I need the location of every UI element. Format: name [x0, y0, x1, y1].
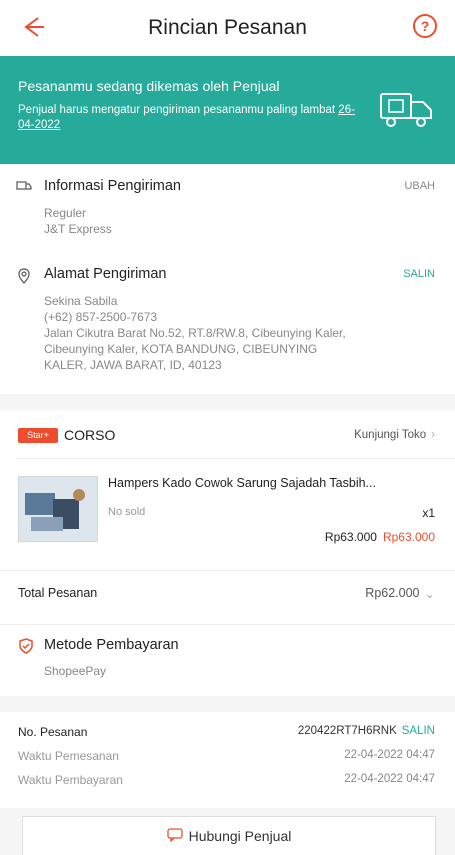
- address-title: Alamat Pengiriman: [44, 266, 167, 282]
- product-variant: No sold: [108, 506, 146, 518]
- star-plus-badge: Star+: [18, 428, 58, 443]
- chevron-right-icon: ›: [431, 429, 435, 441]
- order-number-label: No. Pesanan: [18, 725, 88, 739]
- product-price-old: Rp63.000: [382, 530, 435, 544]
- recipient-name: Sekina Sabila: [44, 294, 118, 308]
- total-value: Rp62.000: [365, 586, 420, 600]
- product-thumbnail[interactable]: [18, 476, 98, 542]
- payment-divider: [0, 624, 455, 625]
- shipping-service: Reguler: [44, 206, 87, 220]
- product-name[interactable]: Hampers Kado Cowok Sarung Sajadah Tasbih…: [108, 476, 438, 490]
- order-number-value: 220422RT7H6RNK: [297, 725, 397, 737]
- payment-section: Metode Pembayaran ShopeePay: [0, 624, 455, 696]
- shop-divider: [16, 458, 455, 459]
- address-line-3: KALER, JAWA BARAT, ID, 40123: [44, 358, 222, 372]
- order-item-section: Star+ CORSO Kunjungi Toko › Hampers Kado…: [0, 410, 455, 624]
- banner-subtitle: Penjual harus mengatur pengiriman pesana…: [18, 103, 358, 133]
- order-time-value: 22-04-2022 04:47: [344, 749, 435, 761]
- payment-shield-icon: [18, 638, 34, 654]
- contact-seller-label: Hubungi Penjual: [188, 828, 292, 844]
- status-banner: Pesananmu sedang dikemas oleh Penjual Pe…: [0, 56, 455, 164]
- address-line-1: Jalan Cikutra Barat No.52, RT.8/RW.8, Ci…: [44, 326, 346, 340]
- visit-shop-label: Kunjungi Toko: [354, 429, 427, 441]
- order-time-label: Waktu Pemesanan: [18, 749, 119, 763]
- contact-seller-button[interactable]: Hubungi Penjual: [22, 816, 436, 855]
- order-number-row: 220422RT7H6RNK SALIN: [298, 725, 435, 737]
- total-label: Total Pesanan: [18, 586, 98, 600]
- total-divider: [0, 570, 455, 571]
- help-icon[interactable]: ?: [413, 14, 437, 38]
- truck-icon: [379, 86, 435, 135]
- payment-time-label: Waktu Pembayaran: [18, 773, 123, 787]
- truck-small-icon: [16, 178, 32, 194]
- payment-time-value: 22-04-2022 04:47: [344, 773, 435, 785]
- address-line-2: Cibeunying Kaler, KOTA BANDUNG, CIBEUNYI…: [44, 342, 318, 356]
- chat-icon: [166, 827, 183, 845]
- product-qty: x1: [422, 506, 435, 520]
- location-pin-icon: [16, 268, 32, 284]
- order-details-section: No. Pesanan 220422RT7H6RNK SALIN Waktu P…: [0, 712, 455, 808]
- page-title: Rincian Pesanan: [148, 16, 307, 39]
- total-value-toggle[interactable]: Rp62.000 ⌄: [365, 586, 435, 601]
- shipping-section: Informasi Pengiriman UBAH Reguler J&T Ex…: [0, 164, 455, 394]
- payment-title: Metode Pembayaran: [44, 637, 179, 653]
- copy-order-number-button[interactable]: SALIN: [402, 725, 435, 737]
- shop-name[interactable]: CORSO: [64, 427, 115, 443]
- back-arrow-icon[interactable]: [18, 12, 48, 42]
- visit-shop-link[interactable]: Kunjungi Toko ›: [354, 429, 435, 441]
- banner-subtitle-text: Penjual harus mengatur pengiriman pesana…: [18, 104, 336, 116]
- recipient-phone: (+62) 857-2500-7673: [44, 310, 158, 324]
- shipping-info-title: Informasi Pengiriman: [44, 178, 181, 194]
- copy-address-button[interactable]: SALIN: [403, 268, 435, 280]
- product-price: Rp63.000 Rp63.000: [325, 530, 435, 544]
- chevron-down-icon: ⌄: [424, 587, 435, 601]
- payment-method: ShopeePay: [44, 664, 107, 678]
- shipping-courier: J&T Express: [44, 222, 112, 236]
- top-bar: Rincian Pesanan ?: [0, 0, 455, 56]
- product-price-current: Rp63.000: [324, 530, 377, 544]
- banner-title: Pesananmu sedang dikemas oleh Penjual: [18, 78, 280, 94]
- change-shipping-button[interactable]: UBAH: [404, 180, 435, 192]
